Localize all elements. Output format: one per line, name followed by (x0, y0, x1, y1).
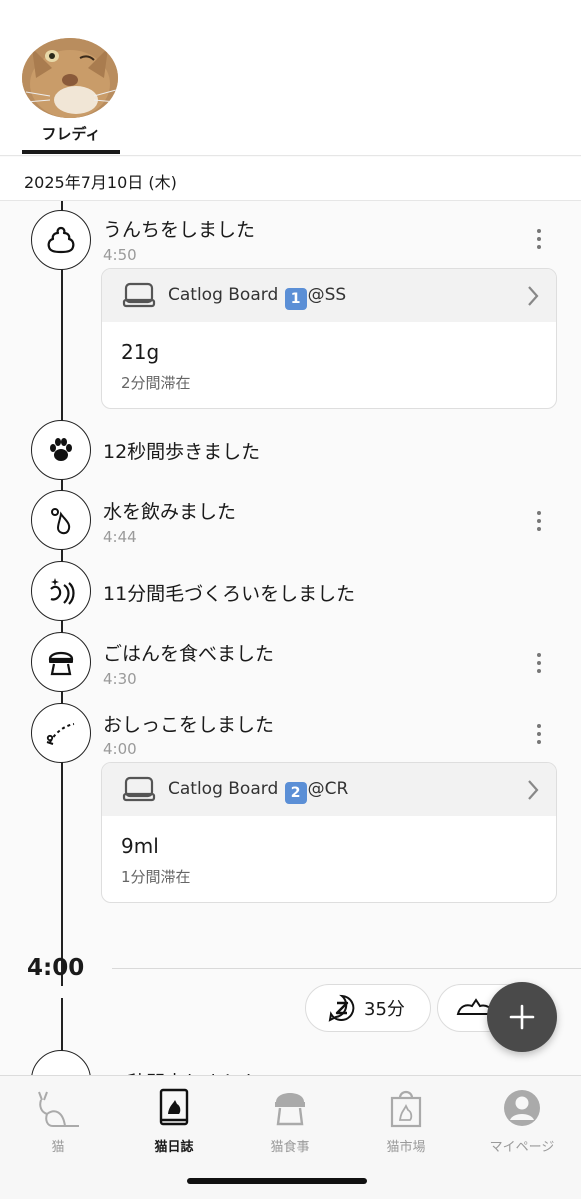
board-card-header[interactable]: Catlog Board 1 @SS (102, 269, 556, 322)
tab-market[interactable]: 猫市場 (348, 1084, 464, 1155)
stay-duration: 2分間滞在 (121, 374, 191, 392)
event-title[interactable]: 12秒間歩きました (103, 437, 260, 464)
more-options-icon[interactable] (531, 227, 547, 251)
tab-label: 猫食事 (270, 1140, 310, 1155)
more-options-icon[interactable] (531, 509, 547, 533)
more-options-icon[interactable] (531, 722, 547, 746)
poop-icon (31, 210, 91, 270)
measured-value: 21g (121, 340, 160, 364)
tab-food[interactable]: 猫食事 (232, 1084, 348, 1155)
diary-icon (116, 1084, 232, 1128)
hour-marker: 4:00 (27, 955, 85, 981)
home-indicator (187, 1178, 367, 1184)
hour-divider (112, 968, 581, 969)
stay-duration: 1分間滞在 (121, 868, 191, 886)
paw-icon (31, 420, 91, 480)
scale-board-icon (122, 281, 156, 313)
event-title[interactable]: 11分間毛づくろいをしました (103, 579, 355, 606)
event-title[interactable]: おしっこをしました (103, 710, 274, 737)
chevron-right-icon[interactable] (526, 779, 540, 805)
date-label: 2025年7月10日 (木) (24, 173, 177, 192)
timeline-line (61, 268, 63, 986)
board-number-badge: 1 (284, 288, 307, 310)
board-number-badge: 2 (284, 782, 307, 804)
tab-label: マイページ (489, 1140, 555, 1155)
tab-mypage[interactable]: マイページ (464, 1084, 580, 1155)
cat-selector-bar: フレディ (0, 0, 581, 156)
shopping-bag-icon (348, 1084, 464, 1128)
event-title[interactable]: 水を飲みました (103, 497, 236, 524)
measured-value: 9ml (121, 834, 159, 858)
board-card[interactable]: Catlog Board 1 @SS 21g 2分間滞在 (101, 268, 557, 409)
scale-board-icon (122, 775, 156, 807)
board-card-header[interactable]: Catlog Board 2 @CR (102, 763, 556, 816)
event-time: 4:44 (103, 528, 137, 546)
date-header: 2025年7月10日 (木) (0, 157, 581, 201)
active-tab-indicator (22, 150, 120, 154)
tab-label: 猫 (51, 1140, 65, 1155)
grooming-icon (31, 561, 91, 621)
tab-label: 猫日誌 (154, 1140, 194, 1155)
user-icon (464, 1084, 580, 1128)
food-icon (232, 1084, 348, 1128)
tab-cat[interactable]: 猫 (0, 1084, 116, 1155)
board-card-body: 21g 2分間滞在 (102, 322, 556, 408)
cat-avatar (22, 38, 118, 118)
chevron-right-icon[interactable] (526, 285, 540, 311)
food-bowl-icon (31, 632, 91, 692)
cat-icon (0, 1084, 116, 1128)
more-options-icon[interactable] (531, 651, 547, 675)
event-time: 4:00 (103, 740, 137, 758)
event-time: 4:50 (103, 246, 137, 264)
board-card[interactable]: Catlog Board 2 @CR 9ml 1分間滞在 (101, 762, 557, 903)
sleep-z-icon (328, 994, 356, 1022)
sleep-duration: 35分 (364, 999, 405, 1020)
add-record-button[interactable] (487, 982, 557, 1052)
event-title[interactable]: うんちをしました (103, 215, 255, 242)
cat-tab-freddie[interactable]: フレディ (22, 38, 120, 156)
board-name: Catlog Board 1 @SS (168, 285, 346, 310)
board-card-body: 9ml 1分間滞在 (102, 816, 556, 902)
event-time: 4:30 (103, 670, 137, 688)
water-drop-icon (31, 490, 91, 550)
plus-icon (509, 1004, 535, 1030)
pee-icon (31, 703, 91, 763)
cat-name: フレディ (41, 125, 101, 143)
timeline-line (61, 998, 63, 1052)
board-name: Catlog Board 2 @CR (168, 779, 348, 804)
event-title[interactable]: ごはんを食べました (103, 639, 274, 666)
tab-label: 猫市場 (386, 1140, 426, 1155)
tab-diary[interactable]: 猫日誌 (116, 1084, 232, 1155)
sleep-summary-pill[interactable]: 35分 (305, 984, 431, 1032)
